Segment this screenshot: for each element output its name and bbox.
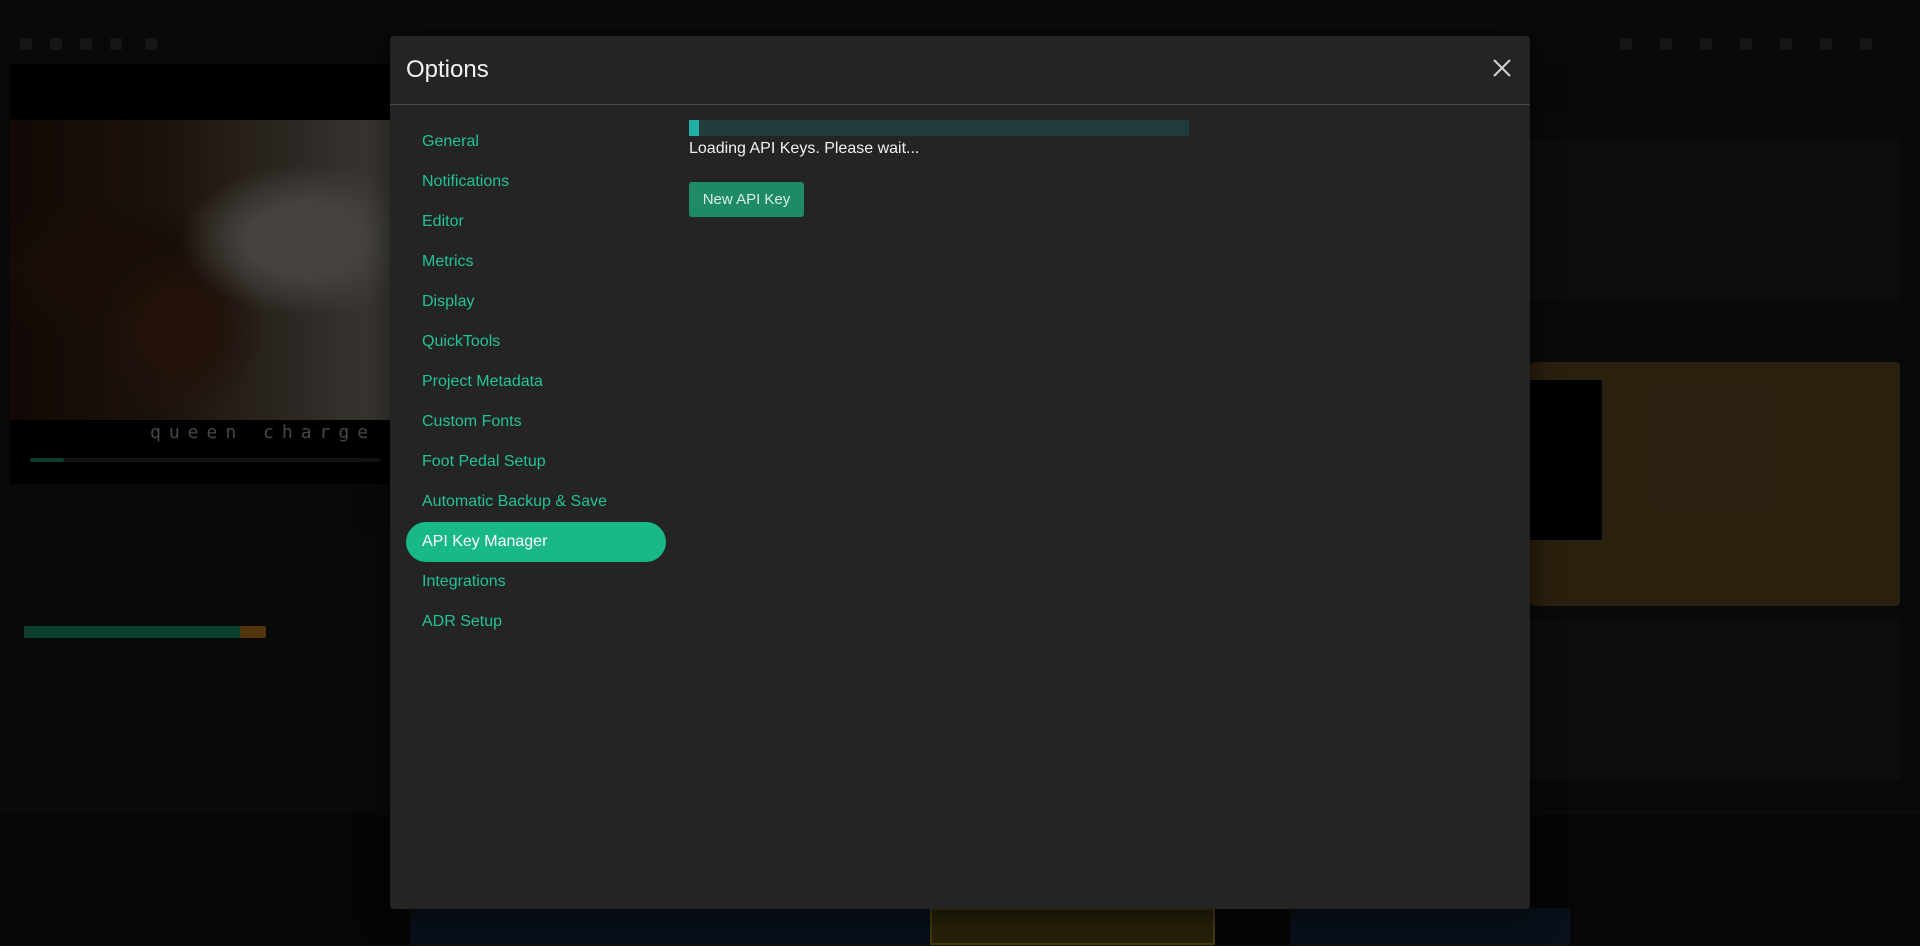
close-icon [1493, 59, 1511, 77]
dialog-title: Options [406, 56, 489, 83]
loading-progress-fill [689, 120, 699, 136]
nav-item-integrations[interactable]: Integrations [406, 562, 666, 602]
nav-item-api-key-manager[interactable]: API Key Manager [406, 522, 666, 562]
nav-item-general[interactable]: General [406, 122, 666, 162]
nav-item-editor[interactable]: Editor [406, 202, 666, 242]
nav-item-automatic-backup[interactable]: Automatic Backup & Save [406, 482, 666, 522]
nav-item-quicktools[interactable]: QuickTools [406, 322, 666, 362]
nav-item-project-metadata[interactable]: Project Metadata [406, 362, 666, 402]
nav-item-notifications[interactable]: Notifications [406, 162, 666, 202]
dialog-header: Options [390, 36, 1530, 105]
loading-message: Loading API Keys. Please wait... [689, 140, 920, 157]
nav-item-foot-pedal-setup[interactable]: Foot Pedal Setup [406, 442, 666, 482]
options-dialog: Options General Notifications Editor Met… [390, 36, 1530, 909]
close-button[interactable] [1488, 54, 1516, 82]
nav-item-display[interactable]: Display [406, 282, 666, 322]
options-nav: General Notifications Editor Metrics Dis… [406, 122, 666, 642]
nav-item-custom-fonts[interactable]: Custom Fonts [406, 402, 666, 442]
new-api-key-button[interactable]: New API Key [689, 182, 804, 217]
loading-progress-bar [689, 120, 1189, 136]
nav-item-adr-setup[interactable]: ADR Setup [406, 602, 666, 642]
nav-item-metrics[interactable]: Metrics [406, 242, 666, 282]
